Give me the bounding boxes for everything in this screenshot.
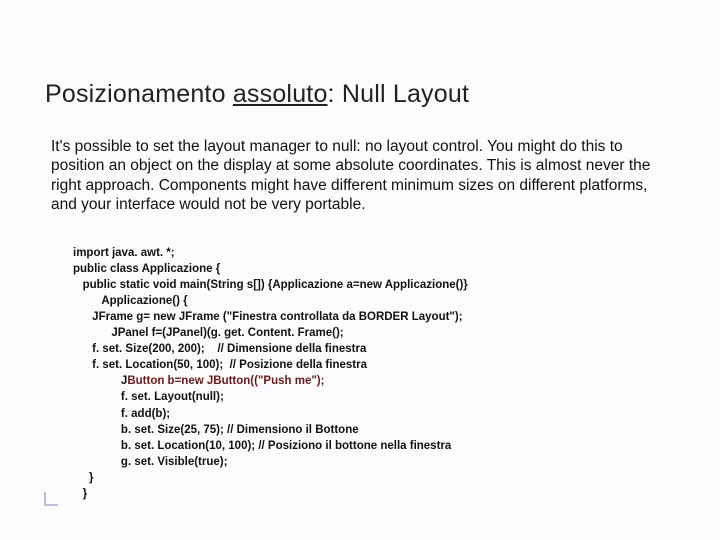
code-line: public class Applicazione { (73, 263, 220, 275)
title-prefix: Posizionamento (45, 80, 233, 108)
code-line: JFrame g= new JFrame ("Finestra controll… (73, 311, 463, 323)
title-suffix: : Null Layout (328, 80, 470, 108)
code-line: g. set. Visible(true); (73, 456, 227, 468)
title-underlined: assoluto (233, 80, 328, 108)
code-line: b. set. Size(25, 75); // Dimensiono il B… (73, 424, 359, 436)
code-line: f. add(b); (73, 408, 170, 420)
code-line: } (73, 472, 93, 484)
corner-decoration-icon (44, 492, 58, 506)
code-line: import java. awt. *; (73, 247, 175, 259)
code-line: } (73, 488, 87, 500)
code-block: import java. awt. *; public class Applic… (73, 229, 675, 519)
code-line: J (73, 375, 127, 387)
code-line: JPanel f=(JPanel)(g. get. Content. Frame… (73, 327, 344, 339)
code-line: public static void main(String s[]) {App… (73, 279, 468, 291)
code-line: f. set. Size(200, 200); // Dimensione de… (73, 343, 366, 355)
slide-title: Posizionamento assoluto: Null Layout (45, 80, 675, 109)
code-line: Applicazione() { (73, 295, 188, 307)
body-paragraph: It's possible to set the layout manager … (51, 137, 671, 215)
code-line: f. set. Location(50, 100); // Posizione … (73, 359, 367, 371)
code-line: b. set. Location(10, 100); // Posiziono … (73, 440, 451, 452)
slide: Posizionamento assoluto: Null Layout It'… (0, 0, 720, 540)
code-line: f. set. Layout(null); (73, 391, 224, 403)
code-highlight: Button b=new JButton(("Push me"); (127, 375, 324, 387)
